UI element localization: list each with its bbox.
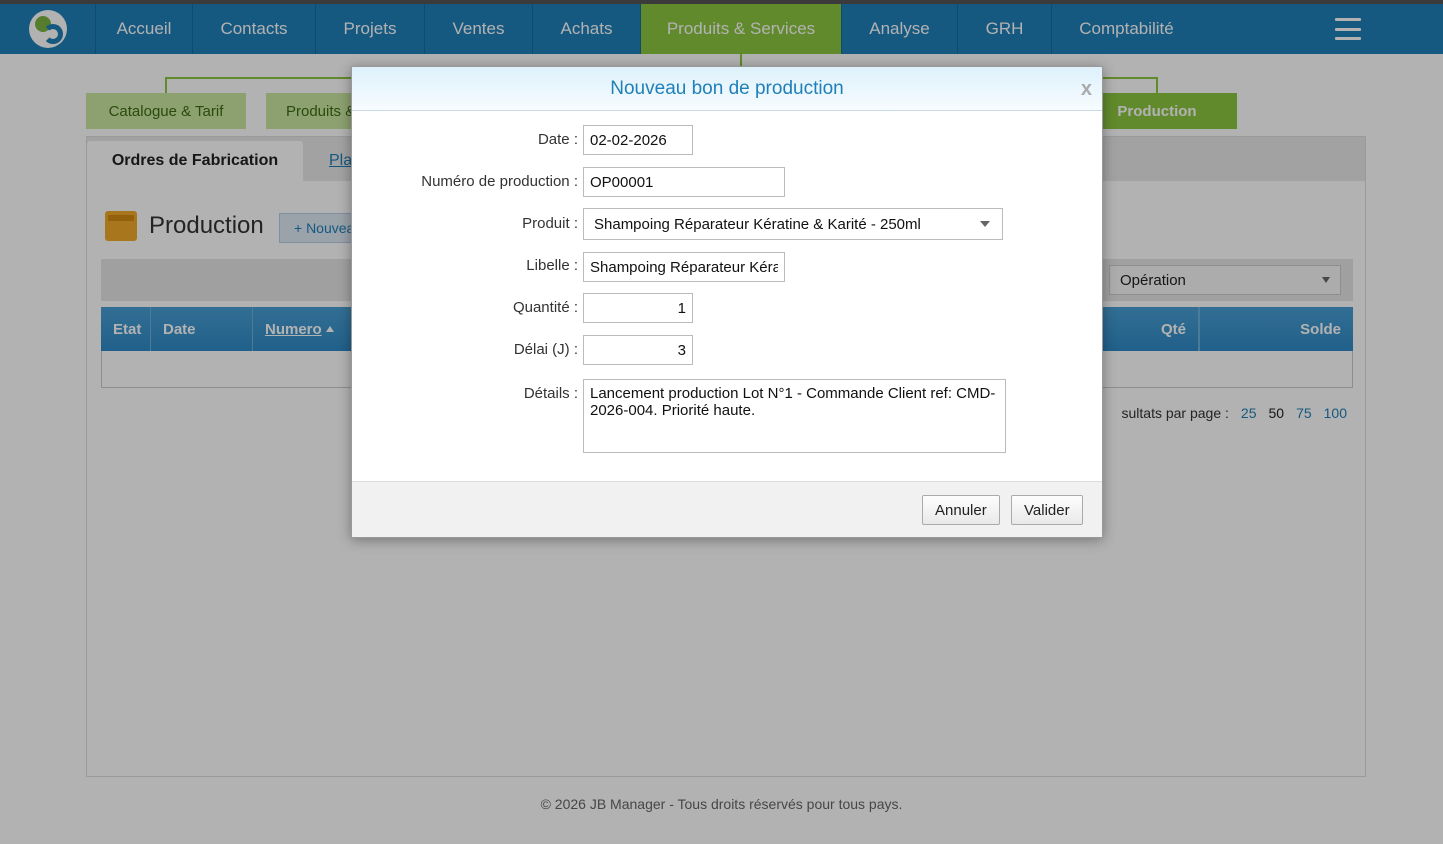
validate-button[interactable]: Valider bbox=[1011, 495, 1083, 525]
produit-select-value: Shampoing Réparateur Kératine & Karité -… bbox=[594, 216, 921, 233]
dialog-header: Nouveau bon de production x bbox=[352, 67, 1102, 111]
close-icon[interactable]: x bbox=[1081, 67, 1092, 111]
details-textarea[interactable]: Lancement production Lot N°1 - Commande … bbox=[583, 379, 1006, 453]
details-label: Détails : bbox=[523, 385, 578, 402]
quantite-field[interactable] bbox=[583, 293, 693, 323]
quantite-label: Quantité : bbox=[512, 299, 578, 316]
delai-label: Délai (J) : bbox=[513, 341, 578, 358]
date-field[interactable] bbox=[583, 125, 693, 155]
produit-select[interactable]: Shampoing Réparateur Kératine & Karité -… bbox=[583, 208, 1003, 240]
libelle-field[interactable] bbox=[583, 252, 785, 282]
libelle-label: Libelle : bbox=[526, 257, 578, 274]
dialog-title: Nouveau bon de production bbox=[610, 78, 844, 99]
numero-label: Numéro de production : bbox=[421, 173, 578, 190]
cancel-button[interactable]: Annuler bbox=[922, 495, 1000, 525]
produit-label: Produit : bbox=[522, 215, 578, 232]
new-production-dialog: Nouveau bon de production x Date : Numér… bbox=[351, 66, 1103, 538]
numero-production-field[interactable] bbox=[583, 167, 785, 197]
date-label: Date : bbox=[537, 131, 578, 148]
delai-field[interactable] bbox=[583, 335, 693, 365]
dialog-footer: Annuler Valider bbox=[352, 481, 1102, 537]
chevron-down-icon bbox=[980, 221, 990, 227]
